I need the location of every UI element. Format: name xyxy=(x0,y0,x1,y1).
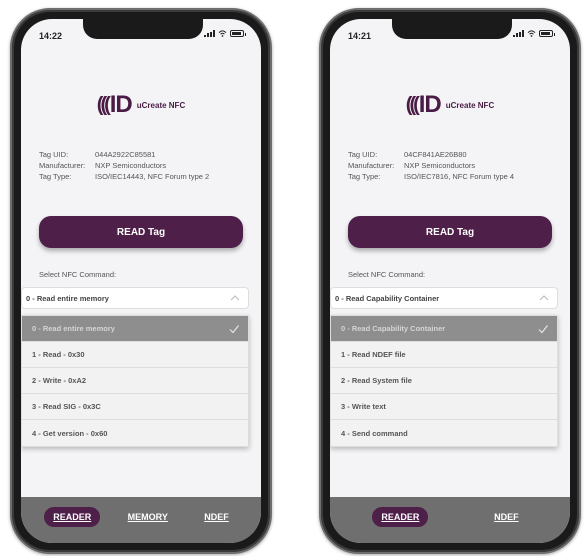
nfc-waves-icon: ((( xyxy=(96,93,111,116)
command-option-label: 3 - Read SIG - 0x3C xyxy=(32,402,101,411)
wifi-icon xyxy=(527,30,536,37)
battery-icon xyxy=(230,30,246,37)
read-tag-button[interactable]: READ Tag xyxy=(348,216,552,248)
nav-tab-ndef[interactable]: NDEF xyxy=(485,507,528,527)
command-option[interactable]: 2 - Write - 0xA2 xyxy=(22,368,248,394)
nav-tab-ndef[interactable]: NDEF xyxy=(195,507,238,527)
tag-uid-label: Tag UID: xyxy=(348,150,378,159)
status-time: 14:22 xyxy=(39,31,63,41)
bottom-nav: READER NDEF xyxy=(330,497,570,543)
battery-icon xyxy=(539,30,555,37)
command-dropdown: 0 - Read Capability Container 1 - Read N… xyxy=(330,315,558,447)
check-icon xyxy=(538,325,548,334)
nfc-waves-icon: ((( xyxy=(405,93,420,116)
command-select[interactable]: 0 - Read entire memory xyxy=(21,287,249,309)
app-screen: 14:21 ((( ID uCreate NFC Tag UID: 04CF84… xyxy=(330,19,570,543)
command-option[interactable]: 2 - Read System file xyxy=(331,368,557,394)
check-icon xyxy=(229,325,239,334)
nav-tab-reader[interactable]: READER xyxy=(44,507,101,527)
phone-right: 14:21 ((( ID uCreate NFC Tag UID: 04CF84… xyxy=(319,8,581,554)
manufacturer-label: Manufacturer: xyxy=(39,161,86,170)
manufacturer-value: NXP Semiconductors xyxy=(95,161,167,170)
chevron-up-icon xyxy=(539,295,549,301)
command-option-label: 4 - Send command xyxy=(341,428,408,438)
wifi-icon xyxy=(218,30,227,37)
manufacturer-value: NXP Semiconductors xyxy=(404,161,476,170)
status-icons xyxy=(204,30,246,37)
nav-tab-reader[interactable]: READER xyxy=(372,507,429,527)
tag-info: Tag UID: 044A2922C85581 Manufacturer: NX… xyxy=(39,149,249,182)
command-option[interactable]: 4 - Get version - 0x60 xyxy=(22,420,248,446)
command-dropdown: 0 - Read entire memory 1 - Read - 0x30 2… xyxy=(21,315,249,447)
notch xyxy=(83,19,203,39)
bottom-nav: READER MEMORY NDEF xyxy=(21,497,261,543)
command-select[interactable]: 0 - Read Capability Container xyxy=(330,287,558,309)
tag-uid-value: 044A2922C85581 xyxy=(95,150,156,159)
nav-tab-memory[interactable]: MEMORY xyxy=(119,507,177,527)
signal-icon xyxy=(513,30,524,37)
manufacturer-row: Manufacturer: NXP Semiconductors xyxy=(39,160,249,171)
select-command-label: Select NFC Command: xyxy=(39,270,117,279)
logo-text: uCreate NFC xyxy=(136,100,186,110)
id-logo-icon: ID xyxy=(109,91,133,118)
app-logo: ((( ID uCreate NFC xyxy=(330,91,570,119)
status-icons xyxy=(513,30,555,37)
notch xyxy=(392,19,512,39)
signal-icon xyxy=(204,30,215,37)
command-option-label: 1 - Read - 0x30 xyxy=(32,350,85,359)
app-logo: ((( ID uCreate NFC xyxy=(21,91,261,119)
tag-type-row: Tag Type: ISO/IEC14443, NFC Forum type 2 xyxy=(39,171,249,182)
command-option[interactable]: 1 - Read NDEF file xyxy=(331,342,557,368)
command-option[interactable]: 3 - Read SIG - 0x3C xyxy=(22,394,248,420)
command-option[interactable]: 4 - Send command xyxy=(331,420,557,446)
tag-info: Tag UID: 04CF841AE26B80 Manufacturer: NX… xyxy=(348,149,558,182)
manufacturer-label: Manufacturer: xyxy=(348,161,395,170)
tag-type-label: Tag Type: xyxy=(39,172,72,181)
command-option[interactable]: 3 - Write text xyxy=(331,394,557,420)
tag-type-label: Tag Type: xyxy=(348,172,381,181)
logo-text: uCreate NFC xyxy=(445,100,495,110)
id-logo-icon: ID xyxy=(418,91,442,118)
command-option[interactable]: 0 - Read Capability Container xyxy=(331,316,557,342)
command-option-label: 4 - Get version - 0x60 xyxy=(32,428,108,438)
command-option[interactable]: 0 - Read entire memory xyxy=(22,316,248,342)
command-option[interactable]: 1 - Read - 0x30 xyxy=(22,342,248,368)
read-tag-button[interactable]: READ Tag xyxy=(39,216,243,248)
command-option-label: 0 - Read entire memory xyxy=(32,324,115,333)
tag-uid-label: Tag UID: xyxy=(39,150,69,159)
command-option-label: 0 - Read Capability Container xyxy=(341,324,446,333)
tag-uid-value: 04CF841AE26B80 xyxy=(404,150,467,159)
command-select-value: 0 - Read Capability Container xyxy=(335,293,440,303)
select-command-label: Select NFC Command: xyxy=(348,270,426,279)
tag-type-row: Tag Type: ISO/IEC7816, NFC Forum type 4 xyxy=(348,171,558,182)
tag-type-value: ISO/IEC14443, NFC Forum type 2 xyxy=(95,172,210,181)
tag-type-value: ISO/IEC7816, NFC Forum type 4 xyxy=(404,172,515,181)
command-option-label: 2 - Read System file xyxy=(341,376,412,385)
chevron-up-icon xyxy=(230,295,240,301)
phone-left: 14:22 ((( ID uCreate NFC Tag UID: 044A29… xyxy=(10,8,272,554)
status-time: 14:21 xyxy=(348,31,372,41)
tag-uid-row: Tag UID: 04CF841AE26B80 xyxy=(348,149,558,160)
app-screen: 14:22 ((( ID uCreate NFC Tag UID: 044A29… xyxy=(21,19,261,543)
command-option-label: 3 - Write text xyxy=(341,402,386,411)
command-option-label: 2 - Write - 0xA2 xyxy=(32,376,87,385)
tag-uid-row: Tag UID: 044A2922C85581 xyxy=(39,149,249,160)
command-select-value: 0 - Read entire memory xyxy=(26,293,109,303)
manufacturer-row: Manufacturer: NXP Semiconductors xyxy=(348,160,558,171)
command-option-label: 1 - Read NDEF file xyxy=(341,350,406,359)
